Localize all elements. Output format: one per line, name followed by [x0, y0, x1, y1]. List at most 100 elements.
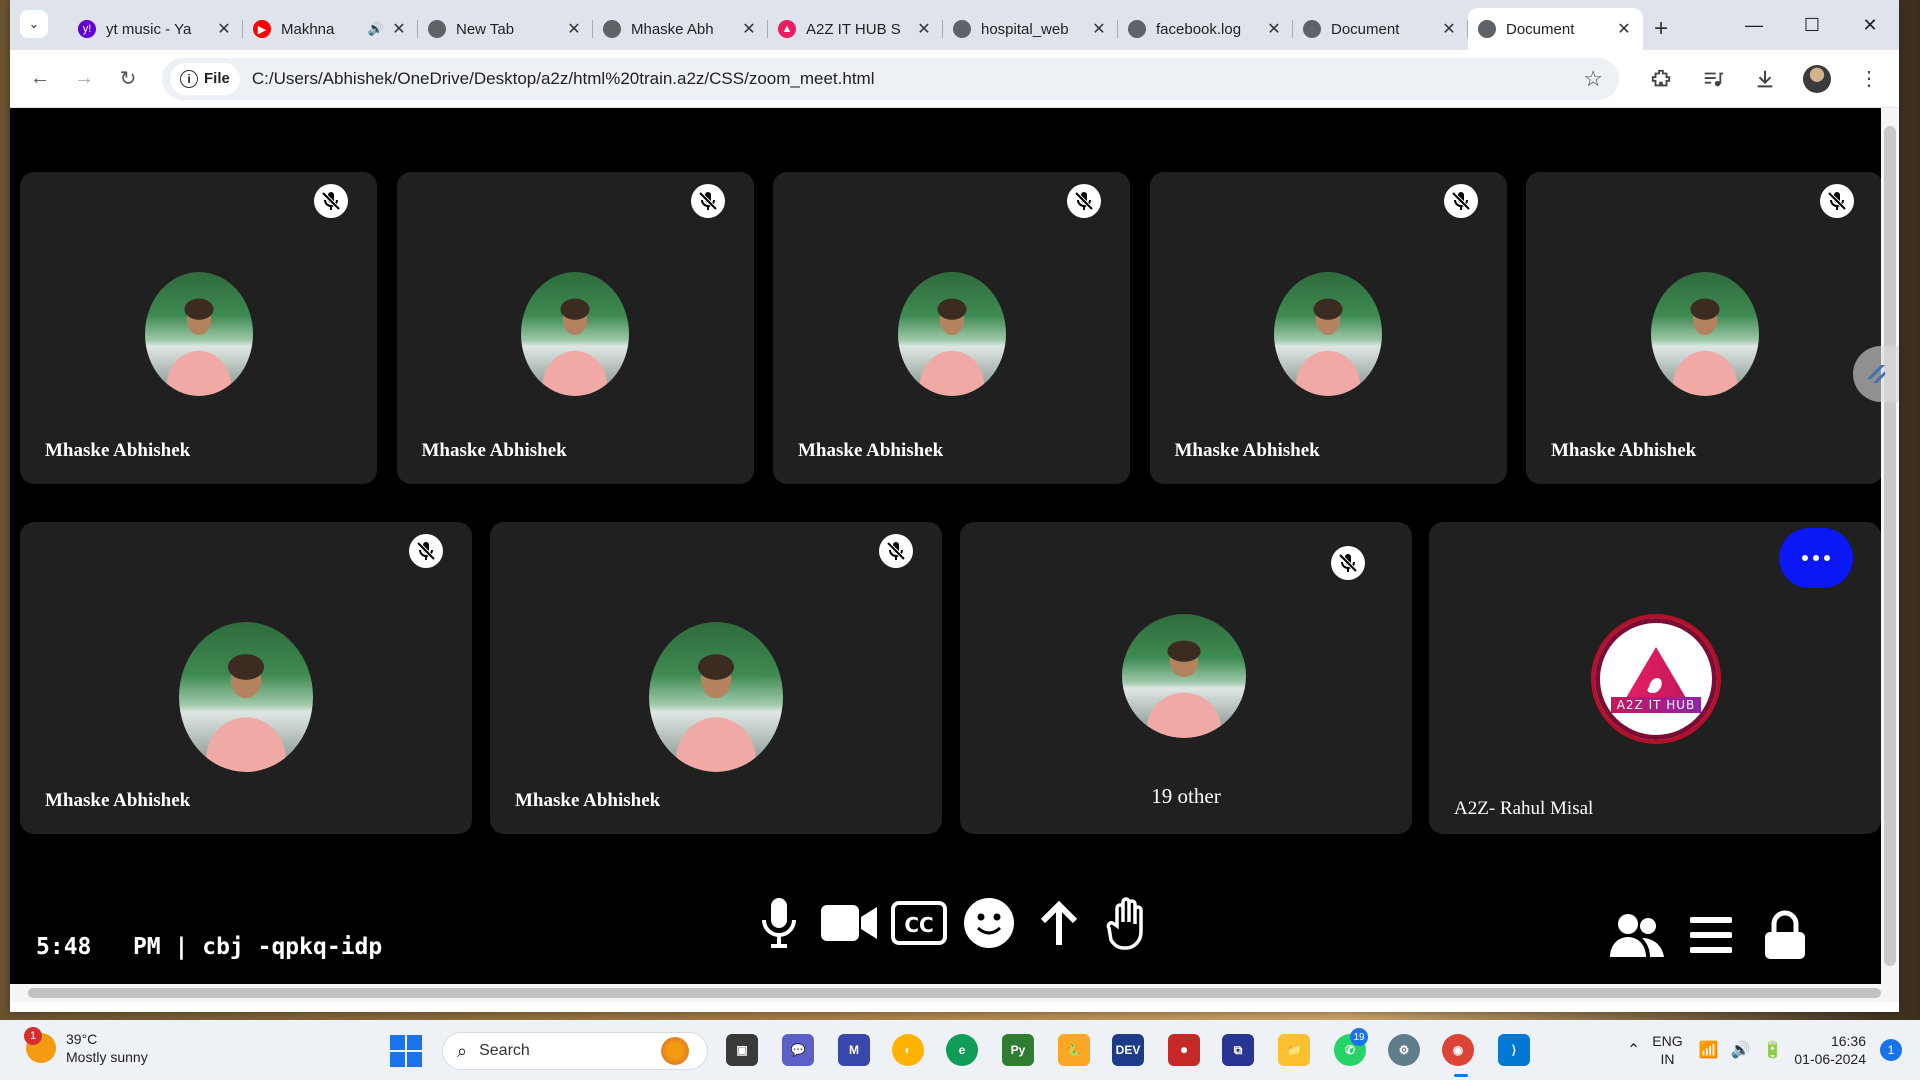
browser-tab[interactable]: hospital_web ✕ [943, 8, 1118, 50]
others-tile: 19 other [960, 522, 1412, 834]
menu-button[interactable] [1682, 906, 1740, 964]
extensions-icon[interactable] [1641, 59, 1681, 99]
browser-tab[interactable]: ▶ Makhna 🔊 ✕ [243, 8, 418, 50]
host-name: A2Z- Rahul Misal [1454, 798, 1594, 819]
close-tab-icon[interactable]: ✕ [740, 19, 758, 39]
close-tab-icon[interactable]: ✕ [1615, 19, 1633, 39]
meeting-side-controls [1608, 906, 1830, 964]
close-tab-icon[interactable]: ✕ [1265, 19, 1283, 39]
recorder-icon[interactable]: ⏺ [1168, 1034, 1200, 1066]
browser-tab[interactable]: y! yt music - Ya ✕ [68, 8, 243, 50]
horizontal-scroll-thumb[interactable] [28, 988, 1881, 998]
close-tab-icon[interactable]: ✕ [215, 19, 233, 39]
speaker-icon[interactable]: 🔊 [368, 21, 384, 37]
tab-title: Mhaske Abh [631, 20, 714, 38]
close-tab-icon[interactable]: ✕ [565, 19, 583, 39]
menu-kebab-icon[interactable]: ⋮ [1849, 59, 1889, 99]
meeting-code: cbj -qpkq-idp [202, 934, 383, 960]
back-button[interactable]: ← [20, 59, 60, 99]
lock-button[interactable] [1756, 906, 1814, 964]
chevron-up-icon[interactable]: ⌃ [1627, 1040, 1640, 1060]
task-view-icon[interactable]: ▣ [726, 1034, 758, 1066]
language-indicator[interactable]: ENG IN [1652, 1032, 1682, 1068]
taskbar-search[interactable]: ⌕ Search [442, 1032, 708, 1070]
camera-button[interactable] [820, 894, 878, 952]
tab-bar: ⌄ y! yt music - Ya ✕ ▶ Makhna 🔊 ✕ New Tab ✕ Mhask… [10, 0, 1899, 50]
weather-badge: 1 [24, 1027, 42, 1045]
address-bar[interactable]: i File C:/Users/Abhishek/OneDrive/Deskto… [162, 57, 1619, 100]
search-placeholder: Search [479, 1042, 530, 1059]
visual-studio-icon[interactable]: M [838, 1034, 870, 1066]
participant-name: Mhaske Abhishek [1551, 440, 1697, 461]
participant-avatar [1122, 614, 1246, 738]
meeting-time: 5:48 [36, 934, 92, 960]
browser-tab[interactable]: Document ✕ [1293, 8, 1468, 50]
meeting-info: 5:48 PM | cbj -qpkq-idp [36, 934, 382, 960]
edge-browser-icon[interactable]: e [946, 1034, 978, 1066]
bookmark-star-icon[interactable]: ☆ [1583, 66, 1603, 92]
battery-icon[interactable]: 🔋 [1762, 1040, 1782, 1060]
mic-off-icon [1443, 184, 1478, 218]
vertical-scroll-thumb[interactable] [1884, 126, 1896, 966]
tab-title: hospital_web [981, 20, 1069, 38]
globe-icon [1128, 20, 1146, 38]
raise-hand-button[interactable] [1100, 894, 1158, 952]
browser-tab[interactable]: Mhaske Abh ✕ [593, 8, 768, 50]
teams-chat-icon[interactable]: 💬 [782, 1034, 814, 1066]
emoji-reaction-button[interactable] [960, 894, 1018, 952]
participant-avatar [1274, 272, 1382, 396]
download-icon[interactable] [1745, 59, 1785, 99]
media-control-icon[interactable] [1693, 59, 1733, 99]
tab-search-button[interactable]: ⌄ [20, 10, 48, 38]
python-icon[interactable]: Py [1002, 1034, 1034, 1066]
participant-avatar [521, 272, 629, 396]
chrome-icon[interactable]: ◉ [1442, 1034, 1474, 1066]
tab-title: A2Z IT HUB S [806, 20, 901, 38]
url-text[interactable]: C:/Users/Abhishek/OneDrive/Desktop/a2z/h… [252, 69, 1583, 89]
close-tab-icon[interactable]: ✕ [915, 19, 933, 39]
volume-icon[interactable]: 🔊 [1731, 1040, 1751, 1060]
app-circle-icon[interactable]: ◐ [892, 1034, 924, 1066]
mic-off-icon [1331, 546, 1365, 580]
close-tab-icon[interactable]: ✕ [1440, 19, 1458, 39]
vscode-icon[interactable]: ⟩ [1498, 1034, 1530, 1066]
maximize-button[interactable]: ☐ [1783, 0, 1841, 50]
settings-gear-icon[interactable]: ⚙ [1388, 1034, 1420, 1066]
new-tab-button[interactable]: + [1643, 8, 1679, 50]
a2z-icon: ▲ [778, 20, 796, 38]
lang-line2: IN [1660, 1051, 1675, 1067]
remote-desktop-icon[interactable]: ⧉ [1222, 1034, 1254, 1066]
browser-tab[interactable]: New Tab ✕ [418, 8, 593, 50]
weather-widget[interactable]: 1 39°C Mostly sunny [24, 1027, 148, 1066]
browser-tab[interactable]: Document ✕ [1468, 8, 1643, 50]
python-idle-icon[interactable]: 🐍 [1058, 1034, 1090, 1066]
clock[interactable]: 16:36 01-06-2024 [1794, 1032, 1866, 1068]
participant-tile: Mhaske Abhishek [20, 522, 472, 834]
browser-tab[interactable]: facebook.log ✕ [1118, 8, 1293, 50]
wifi-icon[interactable]: 📶 [1699, 1040, 1719, 1060]
tab-title: Document [1331, 20, 1400, 38]
close-tab-icon[interactable]: ✕ [390, 19, 408, 39]
profile-avatar[interactable] [1797, 59, 1837, 99]
devcpp-icon[interactable]: DEV [1112, 1034, 1144, 1066]
close-window-button[interactable]: ✕ [1841, 0, 1899, 50]
participant-name: Mhaske Abhishek [1174, 440, 1320, 461]
mic-off-icon [409, 534, 443, 568]
share-screen-button[interactable] [1030, 894, 1088, 952]
site-info-chip[interactable]: i File [170, 62, 240, 95]
reload-button[interactable]: ↻ [108, 59, 148, 99]
microphone-button[interactable] [750, 894, 808, 952]
forward-button[interactable]: → [64, 59, 104, 99]
weather-temp: 39°C [66, 1031, 98, 1047]
captions-button[interactable]: CC [890, 894, 948, 952]
tab-title: Document [1506, 20, 1575, 38]
close-tab-icon[interactable]: ✕ [1090, 19, 1108, 39]
yahoo-icon: y! [78, 20, 96, 38]
participants-button[interactable] [1608, 906, 1666, 964]
notification-badge[interactable]: 1 [1880, 1039, 1902, 1061]
file-explorer-icon[interactable]: 📁 [1278, 1034, 1310, 1066]
start-button[interactable] [390, 1035, 422, 1067]
more-options-button[interactable] [1779, 528, 1853, 588]
browser-tab[interactable]: ▲ A2Z IT HUB S ✕ [768, 8, 943, 50]
minimize-button[interactable]: — [1725, 0, 1783, 50]
